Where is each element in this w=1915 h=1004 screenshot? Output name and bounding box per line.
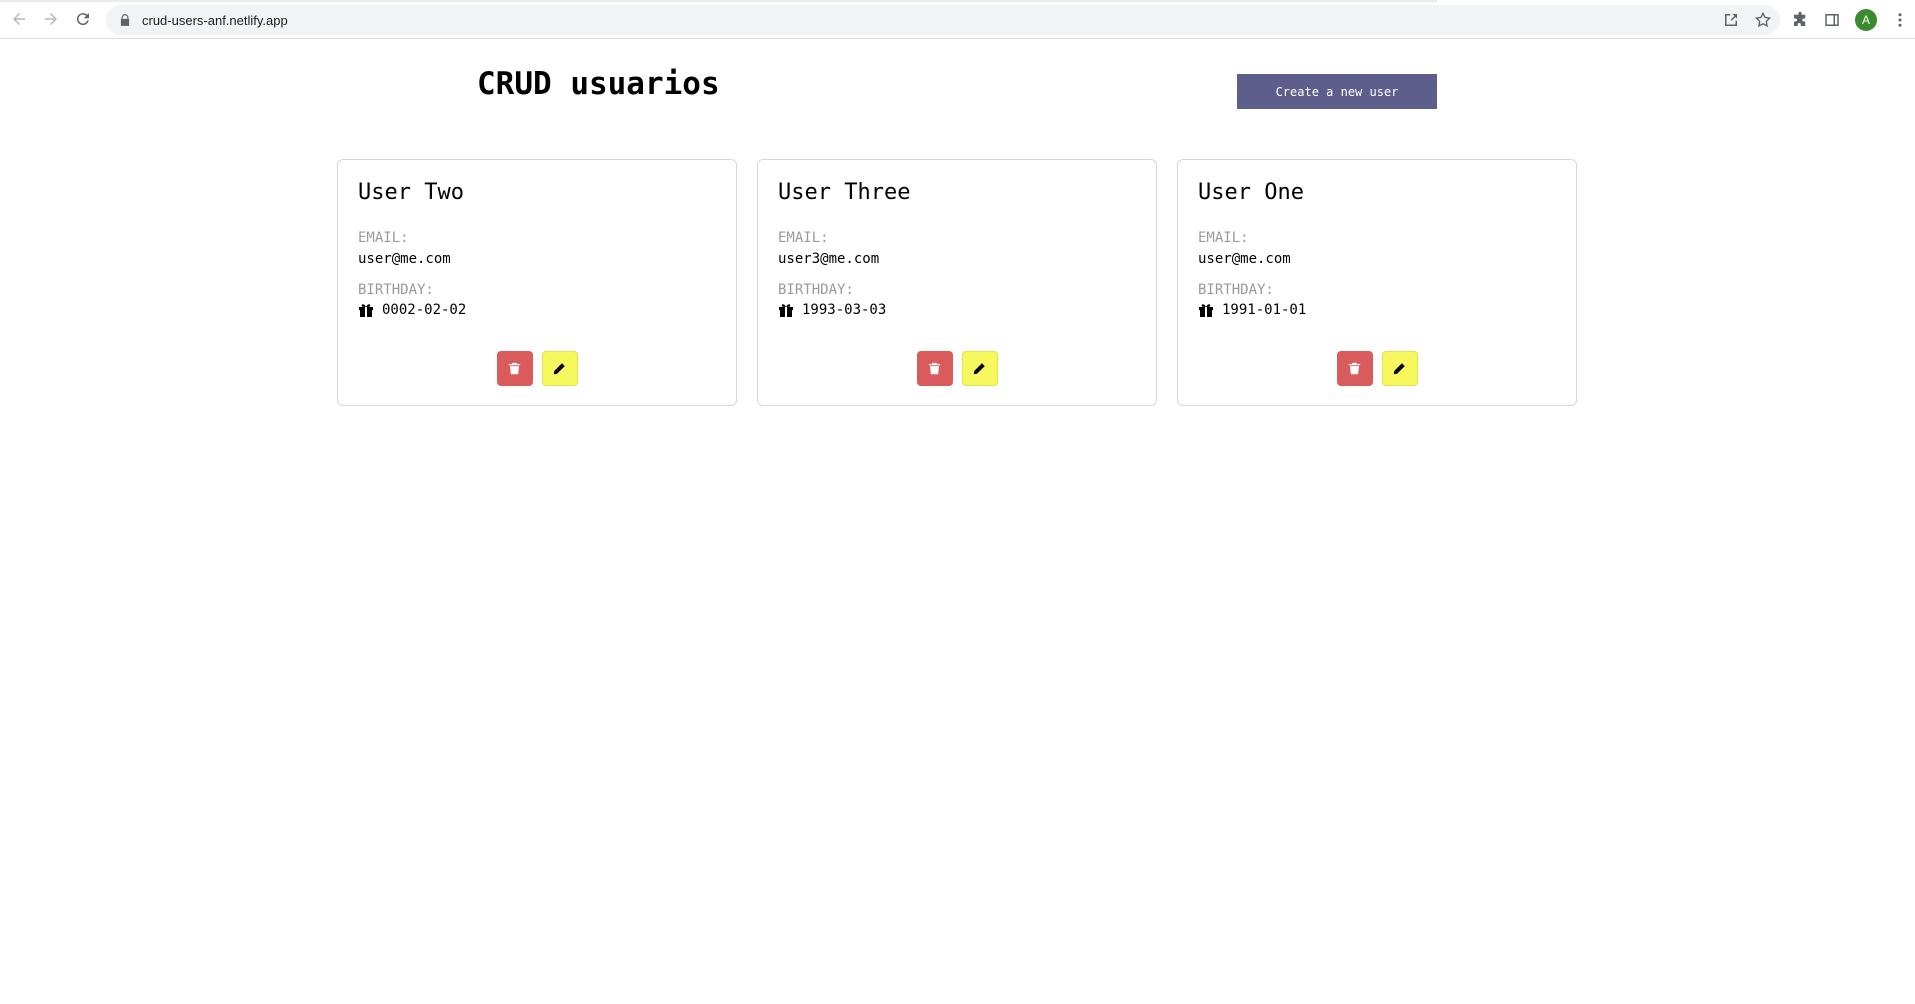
page-title: CRUD usuarios bbox=[477, 66, 720, 102]
pencil-icon bbox=[553, 362, 566, 375]
user-email: user@me.com bbox=[1198, 251, 1291, 267]
birthday-row: 1991-01-01 bbox=[1198, 302, 1306, 318]
user-card: User Two EMAIL: user@me.com BIRTHDAY: 00… bbox=[337, 159, 737, 406]
url-text[interactable]: crud-users-anf.netlify.app bbox=[142, 13, 288, 28]
gift-icon bbox=[358, 302, 374, 318]
user-birthday: 1993-03-03 bbox=[802, 302, 887, 318]
gift-icon bbox=[778, 302, 794, 318]
gift-icon bbox=[1198, 302, 1214, 318]
edit-user-button[interactable] bbox=[961, 351, 998, 386]
birthday-label: BIRTHDAY: bbox=[778, 282, 854, 298]
user-birthday: 0002-02-02 bbox=[382, 302, 467, 318]
profile-avatar[interactable]: A bbox=[1855, 9, 1877, 31]
birthday-row: 0002-02-02 bbox=[358, 302, 466, 318]
pencil-icon bbox=[1393, 362, 1406, 375]
share-icon[interactable] bbox=[1722, 11, 1740, 29]
user-name: User One bbox=[1198, 180, 1304, 205]
user-card: User Three EMAIL: user3@me.com BIRTHDAY:… bbox=[757, 159, 1157, 406]
delete-user-button[interactable] bbox=[1336, 351, 1373, 386]
trash-icon bbox=[1348, 362, 1361, 375]
edit-user-button[interactable] bbox=[541, 351, 578, 386]
email-label: EMAIL: bbox=[358, 230, 409, 246]
pencil-icon bbox=[973, 362, 986, 375]
kebab-menu-icon[interactable] bbox=[1891, 11, 1909, 29]
arrow-left-icon bbox=[10, 10, 28, 28]
create-user-button[interactable]: Create a new user bbox=[1237, 74, 1437, 109]
arrow-right-icon bbox=[42, 10, 60, 28]
edit-user-button[interactable] bbox=[1381, 351, 1418, 386]
loading-bar bbox=[0, 0, 1437, 2]
user-birthday: 1991-01-01 bbox=[1222, 302, 1307, 318]
delete-user-button[interactable] bbox=[496, 351, 533, 386]
reload-icon bbox=[74, 10, 92, 28]
user-email: user@me.com bbox=[358, 251, 451, 267]
birthday-row: 1993-03-03 bbox=[778, 302, 886, 318]
email-label: EMAIL: bbox=[1198, 230, 1249, 246]
address-bar[interactable]: crud-users-anf.netlify.app bbox=[106, 5, 1780, 35]
user-card: User One EMAIL: user@me.com BIRTHDAY: 19… bbox=[1177, 159, 1577, 406]
user-email: user3@me.com bbox=[778, 251, 880, 267]
browser-toolbar: crud-users-anf.netlify.app A bbox=[0, 0, 1915, 39]
birthday-label: BIRTHDAY: bbox=[358, 282, 434, 298]
trash-icon bbox=[928, 362, 941, 375]
forward-button[interactable] bbox=[36, 4, 66, 34]
email-label: EMAIL: bbox=[778, 230, 829, 246]
side-panel-icon[interactable] bbox=[1823, 11, 1841, 29]
reload-button[interactable] bbox=[68, 4, 98, 34]
user-name: User Three bbox=[778, 180, 911, 205]
puzzle-icon[interactable] bbox=[1791, 11, 1809, 29]
delete-user-button[interactable] bbox=[916, 351, 953, 386]
back-button[interactable] bbox=[4, 4, 34, 34]
trash-icon bbox=[508, 362, 521, 375]
lock-icon bbox=[118, 13, 132, 27]
user-name: User Two bbox=[358, 180, 464, 205]
star-icon[interactable] bbox=[1754, 11, 1772, 29]
birthday-label: BIRTHDAY: bbox=[1198, 282, 1274, 298]
